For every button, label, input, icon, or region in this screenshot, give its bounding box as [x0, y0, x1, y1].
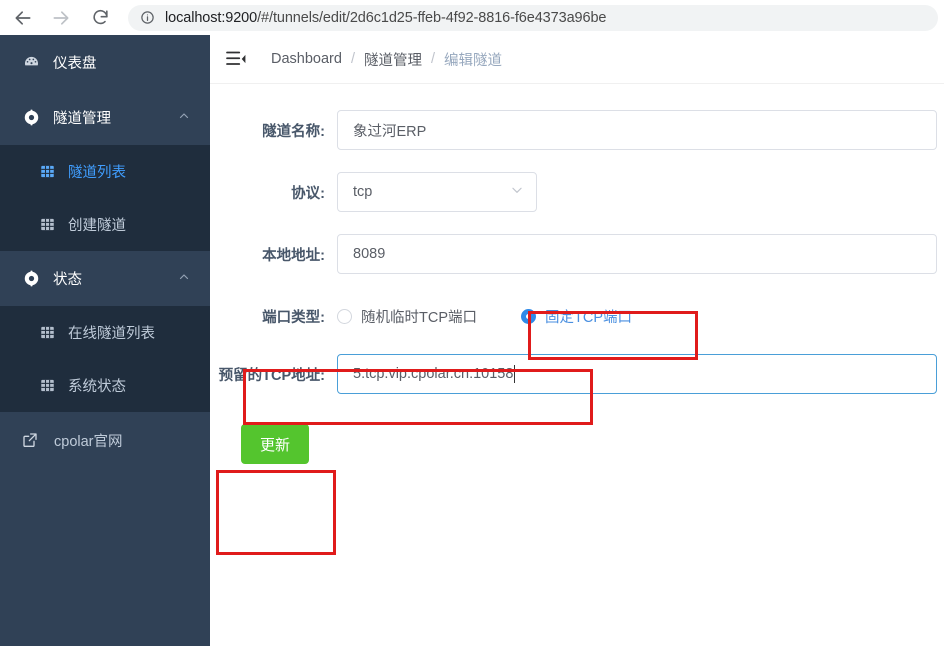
- sidebar-item-cpolar-website[interactable]: cpolar官网: [0, 412, 210, 468]
- form-row-actions: 更新: [210, 424, 944, 464]
- reserved-tcp-address-label: 预留的TCP地址:: [218, 367, 325, 384]
- sidebar-item-label: 系统状态: [68, 379, 126, 395]
- external-link-icon: [20, 430, 40, 450]
- breadcrumb-separator: /: [430, 51, 435, 67]
- form-row-reserved-tcp-address: 预留的TCP地址: 5.tcp.vip.cpolar.cn:10158: [210, 354, 944, 394]
- address-bar-text: localhost:9200/#/tunnels/edit/2d6c1d25-f…: [165, 10, 606, 26]
- text-caret: [514, 365, 516, 383]
- reserved-tcp-address-input[interactable]: 5.tcp.vip.cpolar.cn:10158: [337, 354, 937, 394]
- protocol-label: 协议:: [291, 185, 325, 202]
- sidebar-item-create-tunnel[interactable]: 创建隧道: [0, 198, 210, 251]
- status-circle-icon: [20, 268, 42, 290]
- sidebar-item-label: cpolar官网: [54, 433, 123, 450]
- tunnel-name-value: 象过河ERP: [353, 123, 427, 140]
- breadcrumb-separator: /: [350, 51, 355, 67]
- port-type-radio-group: 随机临时TCP端口 固定TCP端口: [337, 306, 944, 327]
- protocol-select[interactable]: tcp: [337, 172, 537, 212]
- chevron-up-icon: [178, 110, 190, 126]
- radio-dot-icon: [337, 308, 352, 324]
- port-type-label: 端口类型:: [262, 309, 325, 326]
- form-row-tunnel-name: 隧道名称: 象过河ERP: [210, 110, 944, 150]
- top-navbar: Dashboard / 隧道管理 / 编辑隧道: [210, 35, 944, 84]
- radio-random-temp-tcp-port[interactable]: 随机临时TCP端口: [337, 306, 477, 327]
- sidebar-item-label: 在线隧道列表: [68, 326, 155, 342]
- grid-icon: [38, 163, 56, 181]
- sidebar-item-online-tunnel-list[interactable]: 在线隧道列表: [0, 306, 210, 359]
- update-button[interactable]: 更新: [241, 424, 309, 464]
- tunnel-name-input[interactable]: 象过河ERP: [337, 110, 937, 150]
- breadcrumb: Dashboard / 隧道管理 / 编辑隧道: [271, 49, 502, 70]
- form-row-protocol: 协议: tcp: [210, 172, 944, 212]
- sidebar-group-status[interactable]: 状态: [0, 251, 210, 306]
- url-path: /#/tunnels/edit/2d6c1d25-ffeb-4f92-8816-…: [257, 9, 607, 26]
- chevron-down-icon: [510, 183, 524, 201]
- dashboard-gauge-icon: [20, 52, 42, 74]
- sidebar-item-dashboard[interactable]: 仪表盘: [0, 35, 210, 90]
- sidebar-item-label: 状态: [53, 272, 82, 288]
- local-address-label: 本地地址:: [262, 247, 325, 264]
- grid-icon: [38, 216, 56, 234]
- tunnel-name-label: 隧道名称:: [262, 123, 325, 140]
- sidebar: 仪表盘 隧道管理 隧道列表 创建隧道 状态 在线隧道列表 系统状态 cpolar…: [0, 35, 210, 646]
- sidebar-item-tunnel-list[interactable]: 隧道列表: [0, 145, 210, 198]
- tunnel-circle-icon: [20, 107, 42, 129]
- sidebar-group-tunnel-management[interactable]: 隧道管理: [0, 90, 210, 145]
- sidebar-item-label: 隧道列表: [68, 165, 126, 181]
- local-address-input[interactable]: 8089: [337, 234, 937, 274]
- address-bar[interactable]: localhost:9200/#/tunnels/edit/2d6c1d25-f…: [128, 4, 938, 31]
- form-row-port-type: 端口类型: 随机临时TCP端口 固定TCP端口: [210, 296, 944, 336]
- form-row-local-address: 本地地址: 8089: [210, 234, 944, 274]
- app-shell: 仪表盘 隧道管理 隧道列表 创建隧道 状态 在线隧道列表 系统状态 cpolar…: [0, 35, 944, 646]
- browser-toolbar: localhost:9200/#/tunnels/edit/2d6c1d25-f…: [0, 0, 944, 35]
- radio-label: 固定TCP端口: [545, 309, 632, 326]
- grid-icon: [38, 377, 56, 395]
- hamburger-collapse-icon[interactable]: [225, 48, 247, 70]
- sidebar-item-system-status[interactable]: 系统状态: [0, 359, 210, 412]
- local-address-value: 8089: [353, 246, 386, 262]
- arrow-right-icon: [51, 8, 71, 28]
- forward-button[interactable]: [46, 3, 76, 33]
- reserved-tcp-address-value: 5.tcp.vip.cpolar.cn:10158: [353, 366, 514, 382]
- chevron-up-icon: [178, 271, 190, 287]
- sidebar-item-label: 创建隧道: [68, 218, 126, 234]
- url-host: localhost:9200: [165, 9, 258, 26]
- arrow-left-icon: [13, 8, 33, 28]
- radio-label: 随机临时TCP端口: [361, 309, 477, 326]
- sidebar-submenu-status: 在线隧道列表 系统状态: [0, 306, 210, 412]
- reload-button[interactable]: [85, 3, 115, 33]
- breadcrumb-item-tunnel-management[interactable]: 隧道管理: [364, 49, 422, 70]
- sidebar-submenu-tunnel-management: 隧道列表 创建隧道: [0, 145, 210, 251]
- protocol-value: tcp: [353, 184, 373, 200]
- reload-icon: [91, 8, 110, 27]
- breadcrumb-item-edit-tunnel: 编辑隧道: [444, 52, 502, 69]
- back-button[interactable]: [8, 3, 38, 33]
- radio-dot-icon: [521, 308, 536, 324]
- radio-fixed-tcp-port[interactable]: 固定TCP端口: [521, 306, 632, 327]
- breadcrumb-item-dashboard[interactable]: Dashboard: [271, 51, 342, 67]
- edit-tunnel-form: 隧道名称: 象过河ERP 协议: tcp 本地地址: 8089 端口类型: 随机…: [210, 84, 944, 464]
- main-content: Dashboard / 隧道管理 / 编辑隧道 隧道名称: 象过河ERP 协议:: [210, 35, 944, 646]
- grid-icon: [38, 324, 56, 342]
- sidebar-item-label: 隧道管理: [53, 111, 111, 127]
- sidebar-item-label: 仪表盘: [53, 56, 97, 72]
- info-circle-icon[interactable]: [138, 9, 156, 27]
